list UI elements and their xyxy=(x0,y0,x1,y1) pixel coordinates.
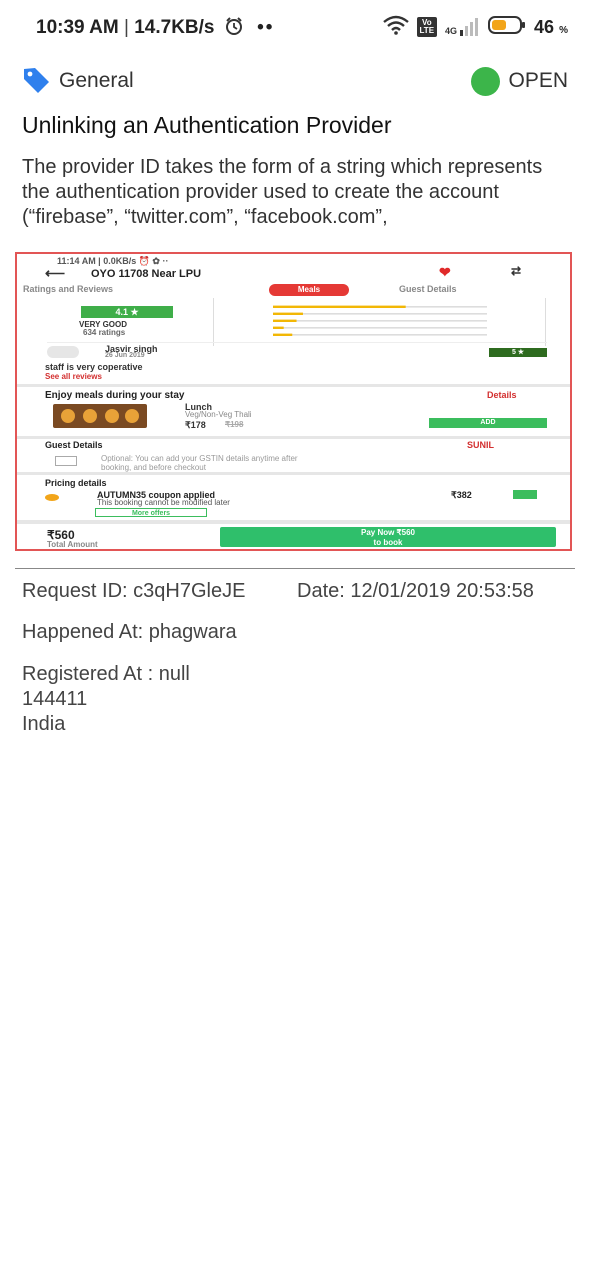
attachment-tab-meals: Meals xyxy=(269,284,349,296)
attachment-guest-heading: Guest Details xyxy=(45,440,103,450)
divider xyxy=(15,568,575,569)
meal-image xyxy=(53,404,147,428)
attachment-pay-button: Pay Now ₹560 to book xyxy=(220,527,556,547)
attachment-add-button: ADD xyxy=(429,418,547,428)
status-time: 10:39 AM xyxy=(36,17,119,38)
status-label: OPEN xyxy=(508,69,568,92)
attachment-meal-type: Veg/Non-Veg Thali xyxy=(185,410,252,419)
divider xyxy=(17,520,570,524)
rating-bar-track xyxy=(273,334,487,336)
country: India xyxy=(22,713,66,735)
registered-at: Registered At : null 144411 India xyxy=(22,662,190,737)
rating-bar xyxy=(273,305,406,308)
attachment-tab-guest: Guest Details xyxy=(399,284,457,294)
attachment-hotel-title: OYO 11708 Near LPU xyxy=(91,268,202,280)
rating-bar xyxy=(273,326,284,329)
registered-at-label: Registered At : null xyxy=(22,663,190,685)
signal-icon: 4G xyxy=(445,18,480,36)
rating-bar-track xyxy=(273,327,487,329)
ticket-category: General xyxy=(59,69,134,92)
gst-icon xyxy=(55,456,77,466)
ticket-description: The provider ID takes the form of a stri… xyxy=(22,156,543,228)
more-notifications-icon: •• xyxy=(257,17,275,38)
attachment-gst-note: Optional: You can add your GSTIN details… xyxy=(101,454,298,472)
happened-at: Happened At: phagwara xyxy=(22,621,237,643)
attachment-gst-line1: Optional: You can add your GSTIN details… xyxy=(101,454,298,463)
wifi-icon xyxy=(382,15,409,40)
divider xyxy=(47,342,547,343)
divider xyxy=(17,384,570,387)
battery-unit: % xyxy=(559,24,568,36)
attachment-meal-price: ₹178 xyxy=(185,420,206,430)
ticket-header: General OPEN xyxy=(22,66,568,96)
attachment-more-offers: More offers xyxy=(95,508,207,517)
attachment-discount: ₹382 xyxy=(451,490,472,500)
rating-bar xyxy=(273,333,293,336)
status-right: Vo LTE 4G 46 % xyxy=(382,14,568,40)
volte-icon: Vo LTE xyxy=(416,17,438,37)
attachment-review-text: staff is very coperative xyxy=(45,362,143,372)
share-icon: ⇄ xyxy=(511,264,522,278)
heart-icon: ❤ xyxy=(439,264,451,280)
network-speed: 14.7KB/s xyxy=(134,17,215,38)
request-date: Date: 12/01/2019 20:53:58 xyxy=(297,580,534,602)
tag-icon xyxy=(22,66,50,99)
network-type-label: 4G xyxy=(445,26,458,36)
request-id: Request ID: c3qH7GleJE xyxy=(22,580,246,602)
battery-percent: 46 % xyxy=(534,17,568,38)
ticket-title: Unlinking an Authentication Provider xyxy=(22,112,392,138)
attachment-see-all: See all reviews xyxy=(45,372,102,381)
coupon-icon xyxy=(45,494,59,501)
attachment-coupon-note: This booking cannot be modified later xyxy=(97,498,230,507)
attachment-meal-old-price: ₹198 xyxy=(225,420,244,429)
attachment-tab-meals-label: Meals xyxy=(297,285,321,294)
attachment-pay-line2: to book xyxy=(373,538,403,547)
attachment-rating-bars xyxy=(273,305,487,336)
status-indicator-icon xyxy=(471,66,501,96)
attachment-rating-count: 634 ratings xyxy=(83,328,126,337)
attachment-meals-heading: Enjoy meals during your stay xyxy=(45,390,185,401)
rating-bar xyxy=(273,312,303,315)
attachment-total-label: Total Amount xyxy=(47,540,98,549)
divider xyxy=(17,436,570,439)
attachment-screenshot[interactable]: 11:14 AM | 0.0KB/s ⏰ ✿ ·· ⟵ OYO 11708 Ne… xyxy=(15,252,572,551)
volte-line2: LTE xyxy=(419,26,435,35)
status-left: 10:39 AM | 14.7KB/s •• xyxy=(36,16,274,42)
rating-bar-track xyxy=(273,313,487,315)
attachment-review-date: 26 Jun 2019 xyxy=(105,352,145,359)
attachment-details-link: Details xyxy=(487,390,517,400)
attachment-gst-line2: booking, and before checkout xyxy=(101,463,206,472)
attachment-pricing-heading: Pricing details xyxy=(45,478,107,488)
postal-code: 144411 xyxy=(22,688,88,710)
rating-bar xyxy=(273,319,297,322)
status-separator: | xyxy=(118,17,135,38)
battery-icon xyxy=(488,15,526,39)
ticket-status: OPEN xyxy=(471,66,568,96)
battery-value: 46 xyxy=(534,16,555,37)
attachment-tab-ratings: Ratings and Reviews xyxy=(23,284,114,294)
divider xyxy=(545,298,546,346)
back-arrow-icon: ⟵ xyxy=(45,265,66,281)
alarm-icon xyxy=(224,16,244,42)
attachment-rating-badge: 4.1 ★ xyxy=(81,306,173,318)
divider xyxy=(17,472,570,475)
check-icon xyxy=(513,490,537,499)
attachment-guest-name: SUNIL xyxy=(467,440,494,450)
attachment-pay-line1: Pay Now ₹560 xyxy=(360,528,415,537)
rating-bar-track xyxy=(273,320,487,322)
reviewer-avatar xyxy=(47,346,79,358)
divider xyxy=(213,298,214,346)
status-bar: 10:39 AM | 14.7KB/s •• Vo LTE 4G 46 % xyxy=(0,0,590,56)
attachment-status-bar: 11:14 AM | 0.0KB/s ⏰ ✿ ·· xyxy=(57,256,169,266)
attachment-review-badge: 5 ★ xyxy=(489,348,547,357)
